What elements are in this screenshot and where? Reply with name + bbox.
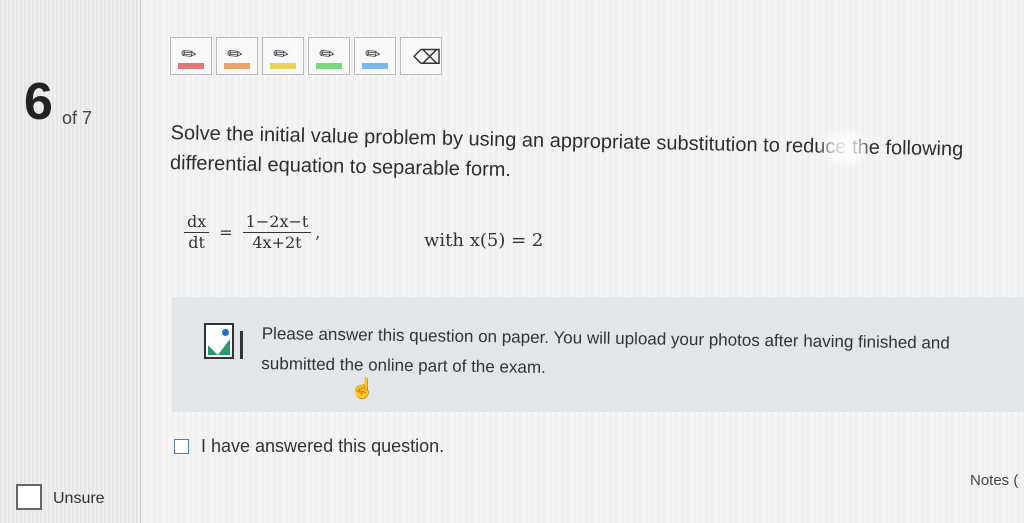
hand-cursor-icon: ☝ xyxy=(350,378,375,400)
answered-checkbox[interactable] xyxy=(174,439,189,454)
highlighter-red-button[interactable]: ✎ xyxy=(170,37,212,75)
image-upload-icon xyxy=(204,323,243,359)
eraser-button[interactable]: ⌫ xyxy=(400,37,442,75)
rhs-denominator: 4x+2t xyxy=(252,233,302,252)
color-swatch xyxy=(178,63,204,69)
lhs-fraction: dx dt xyxy=(184,212,210,253)
highlighter-yellow-button[interactable]: ✎ xyxy=(262,37,304,75)
upload-notice: Please answer this question on paper. Yo… xyxy=(172,297,1024,412)
highlighter-blue-button[interactable]: ✎ xyxy=(354,37,396,75)
annotation-toolbar: ✎ ✎ ✎ ✎ ✎ ⌫ xyxy=(170,37,442,75)
rhs-fraction: 1−2x−t 4x+2t xyxy=(242,212,312,253)
highlighter-green-button[interactable]: ✎ xyxy=(308,37,350,75)
question-count: of 7 xyxy=(62,108,93,128)
differential-equation: dx dt = 1−2x−t 4x+2t , xyxy=(180,212,320,253)
lhs-denominator: dt xyxy=(188,233,205,252)
question-number: 6 xyxy=(24,73,53,131)
answered-checkbox-label[interactable]: I have answered this question. xyxy=(201,436,444,457)
equals-sign: = xyxy=(219,223,233,242)
rhs-numerator: 1−2x−t xyxy=(242,212,312,233)
color-swatch xyxy=(316,63,342,69)
question-sidebar: 6 of 7 Unsure xyxy=(0,0,141,523)
color-swatch xyxy=(362,63,388,69)
color-swatch xyxy=(270,63,296,69)
equation-comma: , xyxy=(315,223,321,242)
color-swatch xyxy=(224,63,250,69)
unsure-checkbox[interactable] xyxy=(16,484,42,510)
initial-condition: with x(5) = 2 xyxy=(424,230,544,251)
answered-checkbox-row[interactable]: I have answered this question. xyxy=(174,436,444,457)
highlighter-orange-button[interactable]: ✎ xyxy=(216,37,258,75)
notes-link[interactable]: Notes ( xyxy=(970,472,1018,489)
lhs-numerator: dx xyxy=(184,212,210,233)
screen-glare xyxy=(820,128,870,168)
eraser-icon: ⌫ xyxy=(413,47,442,69)
unsure-label[interactable]: Unsure xyxy=(53,490,105,508)
notice-text: Please answer this question on paper. Yo… xyxy=(261,323,950,377)
